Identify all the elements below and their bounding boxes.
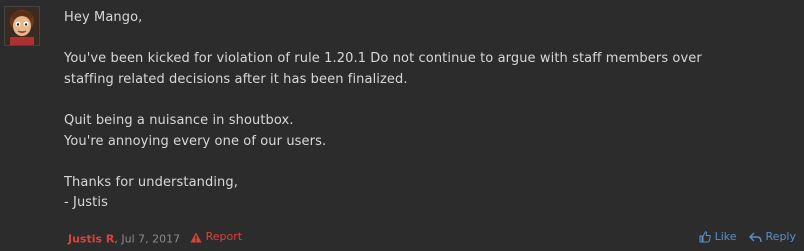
report-link[interactable]: Report	[190, 229, 242, 245]
message-line: You've been kicked for violation of rule…	[64, 51, 702, 67]
post-actions: Like Reply	[699, 229, 796, 245]
reply-label: Reply	[765, 230, 796, 243]
avatar-image	[5, 7, 39, 45]
like-label: Like	[714, 230, 737, 243]
post-footer: Justis R, Jul 7, 2017 Report Like Reply	[68, 229, 796, 246]
warning-icon	[190, 232, 202, 242]
author-link[interactable]: Justis R	[68, 233, 114, 246]
message-line: Thanks for understanding,	[64, 174, 238, 190]
message-line: Hey Mango,	[64, 10, 143, 25]
post-date[interactable]: Jul 7, 2017	[121, 233, 180, 246]
thumbs-up-icon	[699, 231, 711, 243]
message-line: Quit being a nuisance in shoutbox.	[64, 112, 294, 128]
message-line: You're annoying every one of our users.	[64, 133, 327, 149]
reply-button[interactable]: Reply	[748, 229, 796, 245]
message-line: - Justis	[64, 195, 108, 211]
message-body: Hey Mango, You've been kicked for violat…	[64, 8, 794, 214]
report-label: Report	[205, 230, 243, 243]
reply-arrow-icon	[748, 232, 762, 242]
separator: ,	[114, 232, 118, 246]
like-button[interactable]: Like	[699, 229, 737, 245]
message-line: staffing related decisions after it has …	[64, 71, 408, 87]
avatar[interactable]	[4, 6, 40, 46]
post: Hey Mango, You've been kicked for violat…	[0, 0, 804, 251]
